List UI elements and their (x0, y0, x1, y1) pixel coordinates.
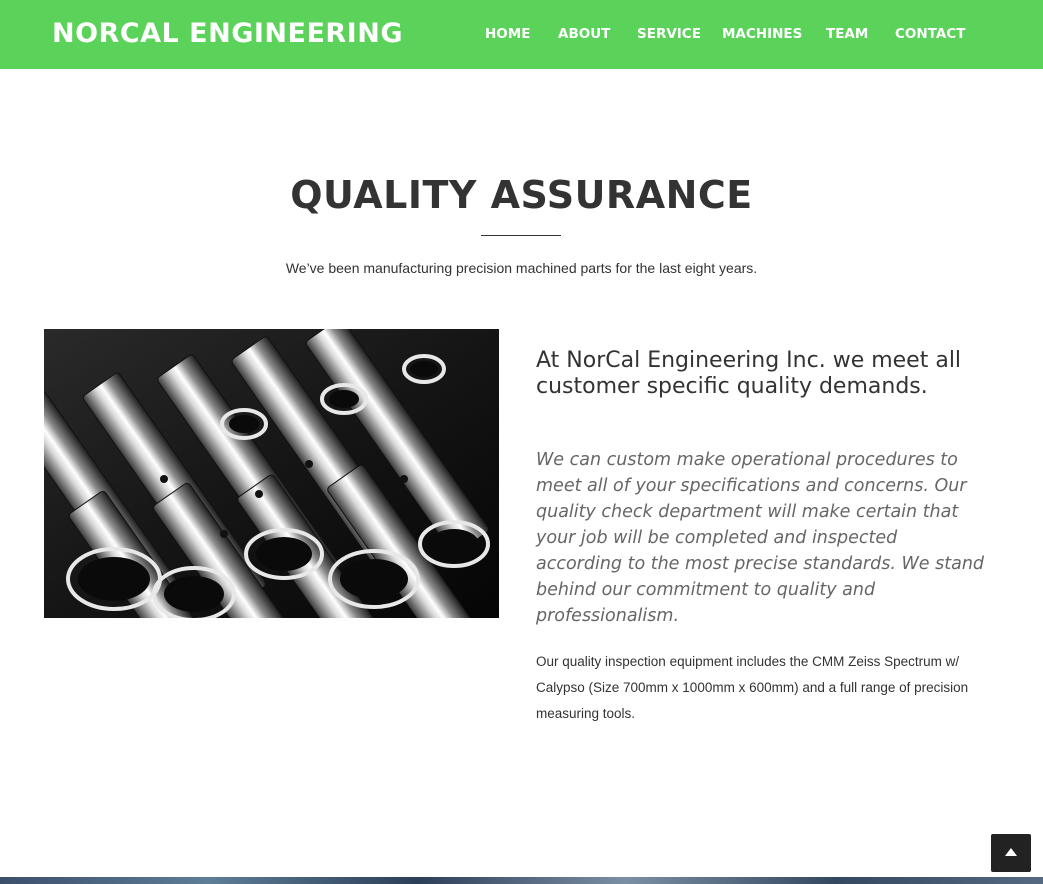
page-title: QUALITY ASSURANCE (290, 173, 753, 217)
nav-item-team[interactable]: TEAM (826, 25, 868, 43)
nav-item-home[interactable]: HOME (485, 25, 530, 43)
brand-logo[interactable]: NORCAL ENGINEERING (52, 17, 403, 51)
back-to-top-button[interactable] (991, 834, 1031, 872)
quality-commitment-text: We can custom make operational procedure… (536, 450, 985, 626)
chevron-up-icon (1005, 848, 1017, 856)
machined-parts-photo (44, 329, 499, 618)
inspection-equipment-text: Our quality inspection equipment include… (536, 654, 969, 721)
navbar: NORCAL ENGINEERING HOME ABOUT SERVICE MA… (0, 0, 1043, 69)
nav-item-about[interactable]: ABOUT (558, 25, 610, 43)
section-subtitle: We’ve been manufacturing precision machi… (285, 260, 758, 276)
section-heading: At NorCal Engineering Inc. we meet all c… (536, 348, 962, 399)
next-section-image-strip (0, 877, 1043, 884)
nav-item-machines[interactable]: MACHINES (722, 25, 802, 43)
nav-item-service[interactable]: SERVICE (637, 25, 701, 43)
nav-item-contact[interactable]: CONTACT (895, 25, 965, 43)
title-divider (481, 235, 561, 236)
